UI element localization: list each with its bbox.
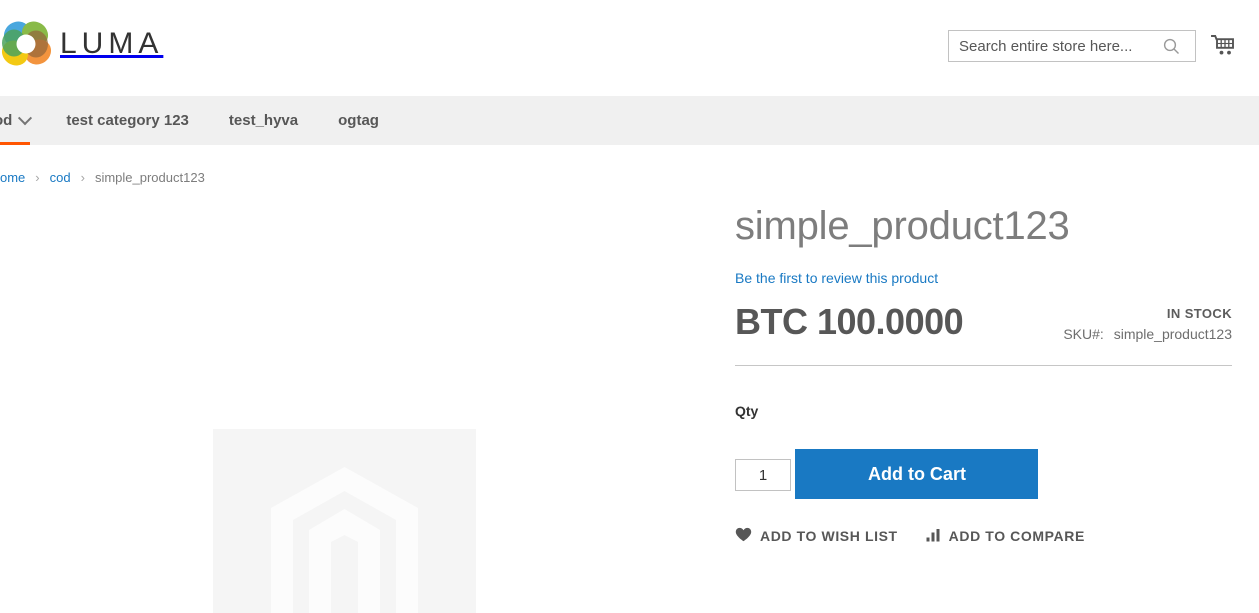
qty-label: Qty xyxy=(735,403,759,419)
add-to-cart-button[interactable]: Add to Cart xyxy=(795,449,1039,499)
nav-item-ogtag[interactable]: ogtag xyxy=(318,96,399,145)
breadcrumb-item-home[interactable]: ome xyxy=(0,170,25,185)
search-icon[interactable] xyxy=(1154,31,1188,61)
breadcrumb: ome › cod › simple_product123 xyxy=(0,170,205,185)
product-info-main: simple_product123 Be the first to review… xyxy=(735,204,1232,545)
logo-link[interactable]: LUMA xyxy=(0,18,163,70)
sku-label: SKU#: xyxy=(1063,326,1104,342)
nav-item-label: test_hyva xyxy=(228,112,299,129)
breadcrumb-separator: › xyxy=(35,170,40,185)
add-to-wishlist-label: ADD TO WISH LIST xyxy=(760,528,898,544)
logo-text: LUMA xyxy=(60,27,164,60)
nav-item-test-hyva[interactable]: test_hyva xyxy=(209,96,318,145)
product-page: LUMA Search entire store here... d test … xyxy=(0,0,1259,613)
add-to-wishlist-link[interactable]: ADD TO WISH LIST xyxy=(735,527,898,545)
divider xyxy=(735,365,1232,366)
heart-icon xyxy=(735,527,752,545)
price-and-stock-row: BTC 100.0000 IN STOCK SKU#: simple_produ… xyxy=(735,302,1232,364)
chevron-down-icon xyxy=(18,110,33,125)
breadcrumb-separator: › xyxy=(80,170,85,185)
sku-value: simple_product123 xyxy=(1113,326,1232,342)
add-to-compare-label: ADD TO COMPARE xyxy=(948,528,1085,544)
breadcrumb-item-current: simple_product123 xyxy=(94,170,205,185)
product-image-placeholder[interactable] xyxy=(213,429,476,613)
quantity-stepper[interactable] xyxy=(735,459,791,491)
bar-chart-icon xyxy=(926,528,941,545)
stock-and-sku: IN STOCK SKU#: simple_product123 xyxy=(1063,306,1232,342)
status-badge: IN STOCK xyxy=(1166,306,1232,321)
add-to-compare-link[interactable]: ADD TO COMPARE xyxy=(926,528,1085,545)
breadcrumb-item-cod[interactable]: cod xyxy=(50,170,71,185)
nav-item-label: od xyxy=(0,112,13,129)
main-navigation: od test category 123 test_hyva ogtag xyxy=(0,96,1259,145)
secondary-actions: ADD TO WISH LIST ADD TO COMPARE xyxy=(735,527,1232,545)
search-box[interactable] xyxy=(948,30,1196,62)
review-link[interactable]: Be the first to review this product xyxy=(735,270,938,286)
shopping-cart-icon[interactable] xyxy=(1209,31,1239,61)
search-input[interactable] xyxy=(949,31,1154,61)
nav-item-cod[interactable]: od xyxy=(0,96,46,145)
page-title: simple_product123 xyxy=(735,204,1070,248)
nav-item-label: ogtag xyxy=(338,112,379,129)
nav-list: od test category 123 test_hyva ogtag xyxy=(0,96,1259,145)
nav-item-test-category-123[interactable]: test category 123 xyxy=(46,96,209,145)
product-sku: SKU#: simple_product123 xyxy=(1063,326,1232,342)
site-header: LUMA xyxy=(0,0,1259,96)
luma-petal-logo-icon xyxy=(0,18,52,70)
nav-item-label: test category 123 xyxy=(66,112,189,129)
